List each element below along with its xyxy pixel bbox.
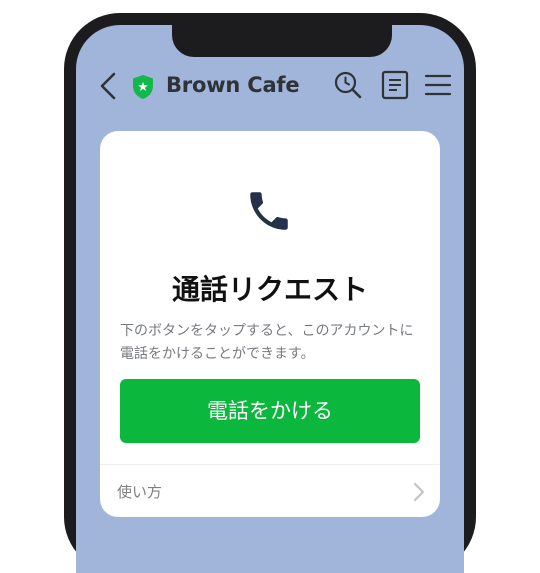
- notes-icon[interactable]: [380, 70, 410, 100]
- how-to-use-label: 使い方: [117, 483, 163, 501]
- search-icon[interactable]: [333, 70, 363, 100]
- menu-icon[interactable]: [423, 70, 453, 100]
- call-button[interactable]: 電話をかける: [120, 379, 420, 443]
- card-title: 通話リクエスト: [171, 273, 368, 306]
- chat-screen: Brown Cafe 通話リクエスト 下のボタンをタップすると、このアカウントに…: [76, 25, 464, 573]
- phone-icon: [250, 192, 288, 230]
- call-request-card: 通話リクエスト 下のボタンをタップすると、このアカウントに電話をかけることができ…: [100, 131, 440, 517]
- verified-shield-icon: [133, 75, 153, 99]
- back-chevron-icon[interactable]: [98, 71, 118, 101]
- account-name: Brown Cafe: [166, 73, 300, 97]
- card-description: 下のボタンをタップすると、このアカウントに電話をかけることができます。: [120, 323, 414, 362]
- chevron-right-icon: [413, 482, 425, 502]
- phone-frame: Brown Cafe 通話リクエスト 下のボタンをタップすると、このアカウントに…: [64, 13, 476, 573]
- notch: [172, 25, 392, 57]
- how-to-use-link[interactable]: 使い方: [100, 465, 440, 517]
